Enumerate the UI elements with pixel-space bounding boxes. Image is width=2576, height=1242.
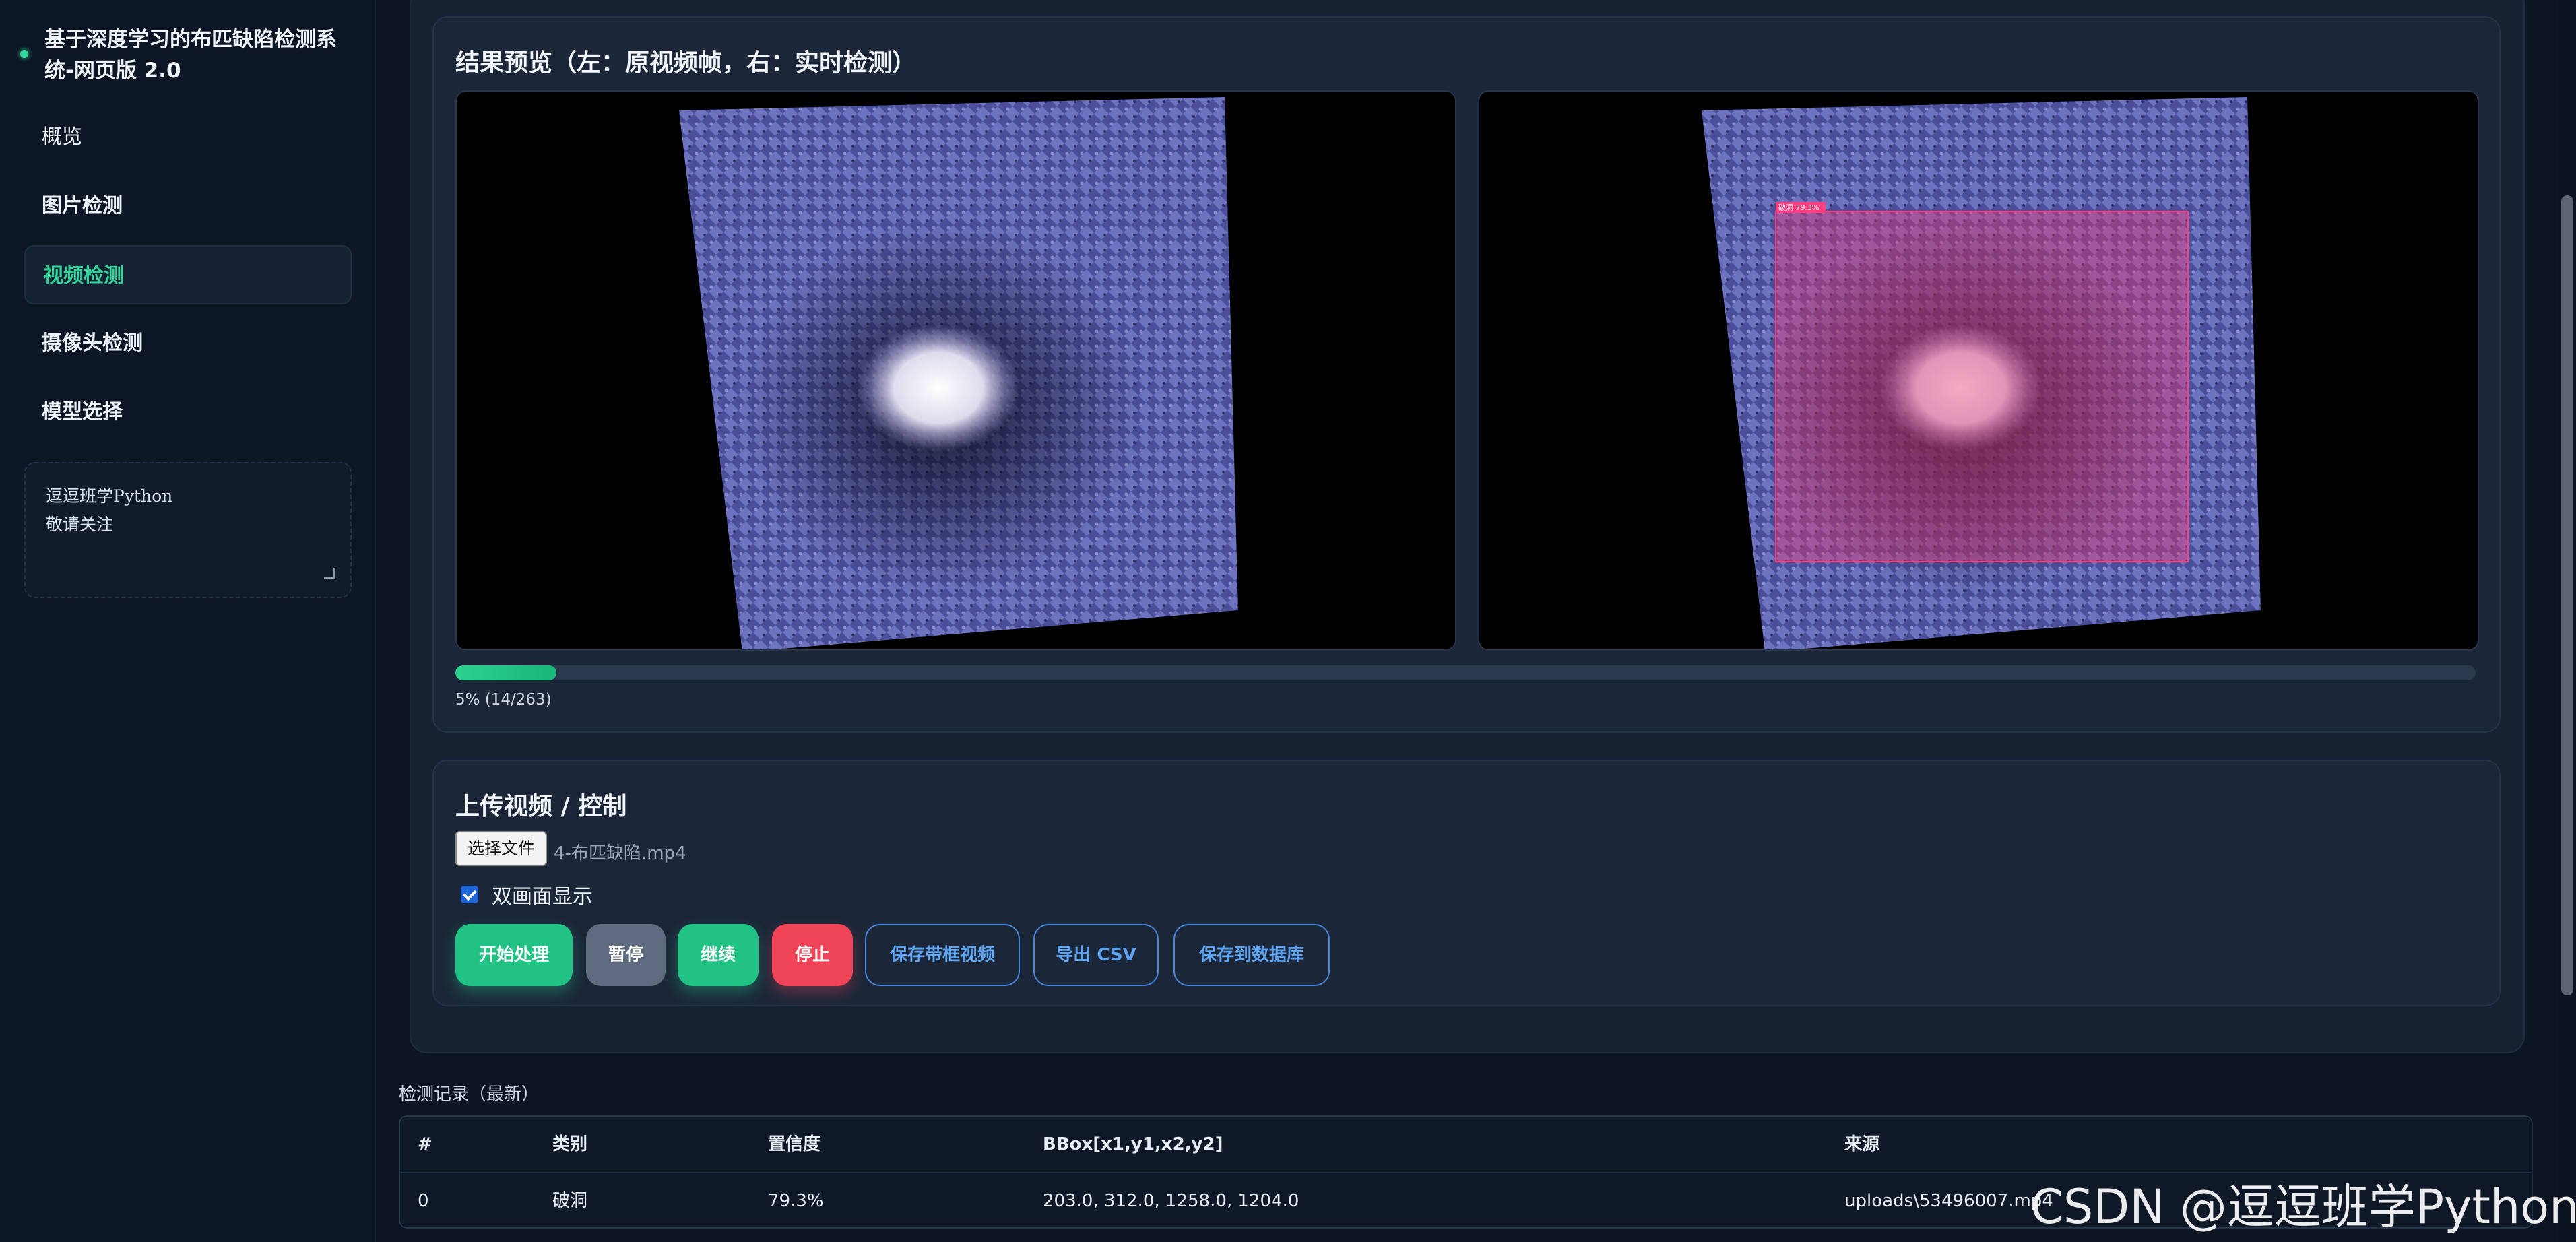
col-confidence: 置信度 — [768, 1134, 821, 1154]
resume-button[interactable]: 继续 — [678, 924, 759, 986]
progress-text: 5% (14/263) — [455, 691, 552, 709]
detection-frame-panel: 破洞 79.3% — [1478, 90, 2479, 651]
stop-button[interactable]: 停止 — [772, 924, 853, 986]
save-boxed-video-button[interactable]: 保存带框视频 — [865, 924, 1020, 986]
choose-file-button[interactable]: 选择文件 — [455, 831, 548, 866]
export-csv-button[interactable]: 导出 CSV — [1033, 924, 1159, 986]
sidebar-item-video-detection[interactable]: 视频检测 — [24, 245, 352, 304]
original-frame-panel — [455, 90, 1456, 651]
notes-textarea[interactable] — [44, 481, 337, 578]
sidebar: 基于深度学习的布匹缺陷检测系统-网页版 2.0 概览 图片检测 视频检测 摄像头… — [0, 0, 376, 1242]
start-processing-button[interactable]: 开始处理 — [455, 924, 573, 986]
watermark: CSDN @逗逗班学Python — [2030, 1179, 2576, 1235]
detection-label-text: 破洞 79.3% — [1778, 203, 1819, 212]
col-source: 来源 — [1844, 1134, 1880, 1154]
detection-frame-image: 破洞 79.3% — [1702, 97, 2261, 649]
sidebar-item-overview[interactable]: 概览 — [24, 108, 352, 167]
records-title: 检测记录（最新） — [399, 1084, 540, 1105]
col-bbox: BBox[x1,y1,x2,y2] — [1043, 1134, 1223, 1154]
selected-file-name: 4-布匹缺陷.mp4 — [554, 843, 686, 863]
cell-bbox: 203.0, 312.0, 1258.0, 1204.0 — [1043, 1191, 1299, 1211]
cell-confidence: 79.3% — [768, 1191, 824, 1211]
progress-fill — [455, 665, 556, 680]
save-to-database-button[interactable]: 保存到数据库 — [1173, 924, 1330, 986]
col-category: 类别 — [552, 1134, 588, 1154]
page-scrollbar[interactable] — [2558, 0, 2576, 1242]
sidebar-item-model-selection[interactable]: 模型选择 — [24, 383, 352, 442]
preview-title: 结果预览（左：原视频帧，右：实时检测） — [455, 49, 917, 77]
brand: 基于深度学习的布匹缺陷检测系统-网页版 2.0 — [20, 24, 357, 86]
cell-index: 0 — [418, 1191, 429, 1211]
original-frame-image — [679, 97, 1238, 649]
dual-view-toggle[interactable]: 双画面显示 — [461, 880, 593, 909]
scrollbar-thumb[interactable] — [2561, 195, 2573, 995]
progress-bar — [455, 665, 2476, 680]
cell-category: 破洞 — [552, 1191, 588, 1211]
cell-source: uploads\53496007.mp4 — [1844, 1191, 2053, 1211]
pause-button[interactable]: 暂停 — [586, 924, 666, 986]
table-header-row: # 类别 置信度 BBox[x1,y1,x2,y2] 来源 — [400, 1117, 2532, 1173]
resize-handle-icon[interactable] — [324, 568, 335, 579]
sidebar-item-camera-detection[interactable]: 摄像头检测 — [24, 314, 352, 373]
sidebar-item-image-detection[interactable]: 图片检测 — [24, 176, 352, 236]
col-index: # — [418, 1134, 432, 1154]
detection-bbox — [1775, 211, 2189, 562]
dual-view-checkbox[interactable] — [461, 886, 478, 903]
status-dot-icon — [20, 50, 28, 58]
notes-box — [24, 462, 352, 598]
app-title: 基于深度学习的布匹缺陷检测系统-网页版 2.0 — [44, 28, 337, 83]
dual-view-label: 双画面显示 — [492, 885, 593, 909]
sidebar-nav: 概览 图片检测 视频检测 摄像头检测 模型选择 — [24, 108, 352, 451]
controls-title: 上传视频 / 控制 — [455, 793, 627, 820]
